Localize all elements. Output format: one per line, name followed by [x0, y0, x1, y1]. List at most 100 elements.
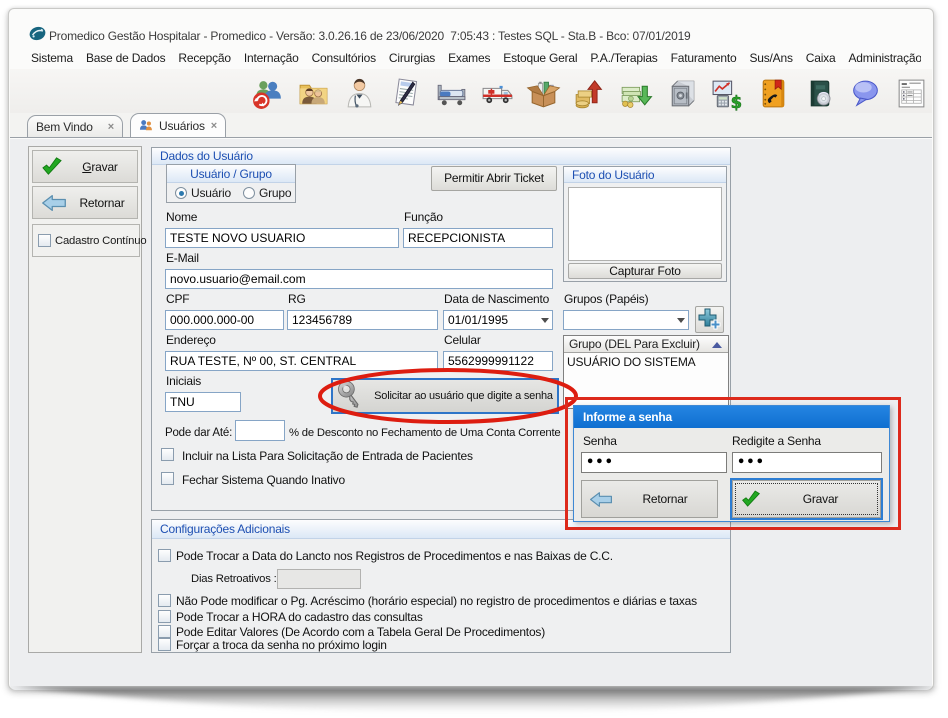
- svg-text:$: $: [731, 93, 742, 111]
- app-logo-icon: [29, 25, 46, 42]
- rg-input[interactable]: [287, 310, 438, 330]
- green-check-icon: [41, 157, 63, 176]
- menu-caixa[interactable]: Caixa: [806, 49, 836, 69]
- dias-retroativos-input[interactable]: [277, 569, 361, 589]
- solicitar-senha-label: Solicitar ao usuário que digite a senha: [368, 390, 557, 402]
- senha-label: Senha: [583, 434, 617, 448]
- iniciais-input[interactable]: [165, 392, 241, 412]
- endereco-input[interactable]: [165, 351, 438, 371]
- cpf-input[interactable]: [165, 310, 284, 330]
- grupos-dropdown-icon[interactable]: [677, 318, 685, 323]
- celular-label: Celular: [444, 333, 481, 347]
- patients-folder-icon[interactable]: [296, 76, 331, 111]
- grupo-row-usuario-do-sistema[interactable]: USUÁRIO DO SISTEMA: [564, 354, 728, 370]
- menu-estoque-geral[interactable]: Estoque Geral: [503, 49, 577, 69]
- menu-sistema[interactable]: Sistema: [31, 49, 73, 69]
- hospital-bed-icon[interactable]: [434, 76, 469, 111]
- sync-users-icon[interactable]: [250, 76, 285, 111]
- capturar-foto-button[interactable]: Capturar Foto: [568, 263, 722, 279]
- grupos-combo[interactable]: [563, 310, 689, 330]
- funcao-input[interactable]: [403, 228, 553, 248]
- solicitar-senha-button[interactable]: Solicitar ao usuário que digite a senha: [331, 378, 559, 414]
- grupos-papeis-label: Grupos (Papéis): [564, 292, 648, 306]
- window-drop-shadow: [0, 686, 948, 718]
- tab-bem-vindo[interactable]: Bem Vindo ×: [27, 115, 123, 137]
- dias-retroativos-label: Dias Retroativos :: [191, 573, 277, 585]
- chat-bubble-icon[interactable]: [848, 76, 883, 111]
- radio-grupo[interactable]: [243, 187, 255, 199]
- gravar-button[interactable]: Gravar: [32, 150, 138, 183]
- endereco-label: Endereço: [166, 333, 216, 347]
- dialog-gravar-label: Gravar: [761, 492, 880, 506]
- menu-bar: Sistema Base de Dados Recepção Internaçã…: [9, 49, 921, 69]
- celular-input[interactable]: [443, 351, 553, 371]
- document-pen-icon[interactable]: [388, 76, 423, 111]
- permitir-ticket-button[interactable]: Permitir Abrir Ticket: [431, 166, 557, 191]
- nascimento-dropdown-icon[interactable]: [541, 318, 549, 323]
- nome-input[interactable]: [165, 228, 399, 248]
- doctor-icon[interactable]: [342, 76, 377, 111]
- tab-usuarios-close-icon[interactable]: ×: [211, 121, 217, 131]
- nascimento-input[interactable]: [443, 310, 553, 330]
- nome-label: Nome: [166, 210, 197, 224]
- phonebook-icon[interactable]: [756, 76, 791, 111]
- fechar-sistema-checkbox[interactable]: [161, 472, 174, 485]
- grupos-list-header[interactable]: Grupo (DEL Para Excluir): [564, 336, 728, 353]
- cadastro-continuo-panel: Cadastro Contínuo: [32, 224, 140, 257]
- trocar-hora-checkbox[interactable]: [158, 610, 171, 623]
- manual-book-icon[interactable]: [802, 76, 837, 111]
- menu-internacao[interactable]: Internação: [244, 49, 299, 69]
- tab-bem-vindo-close-icon[interactable]: ×: [108, 122, 114, 132]
- foto-usuario-group: Foto do Usuário Capturar Foto: [563, 166, 727, 282]
- add-grupo-button[interactable]: [695, 306, 724, 333]
- radio-usuario[interactable]: [175, 187, 187, 199]
- trocar-hora-label: Pode Trocar a HORA do cadastro das consu…: [176, 610, 423, 624]
- safe-icon[interactable]: [664, 76, 699, 111]
- desconto-input[interactable]: [235, 420, 285, 441]
- incluir-lista-label: Incluir na Lista Para Solicitação de Ent…: [182, 449, 473, 463]
- retornar-button[interactable]: Retornar: [32, 186, 138, 219]
- menu-faturamento[interactable]: Faturamento: [671, 49, 737, 69]
- stock-up-icon[interactable]: [572, 76, 607, 111]
- pg-acrescimo-checkbox[interactable]: [158, 594, 171, 607]
- senha-input[interactable]: [581, 452, 727, 473]
- menu-recepcao[interactable]: Recepção: [178, 49, 230, 69]
- menu-administracao[interactable]: Administração: [848, 49, 921, 69]
- supplies-box-icon[interactable]: [526, 76, 561, 111]
- users-icon: [139, 119, 153, 132]
- redigite-input[interactable]: [732, 452, 882, 473]
- gravar-button-label: Gravar: [63, 160, 137, 174]
- app-window: Promedico Gestão Hospitalar - Promedico …: [8, 8, 934, 690]
- menu-exames[interactable]: Exames: [448, 49, 490, 69]
- blue-back-arrow-icon: [41, 194, 67, 212]
- tab-bem-vindo-label: Bem Vindo: [36, 120, 93, 134]
- cadastro-continuo-label: Cadastro Contínuo: [55, 235, 146, 247]
- editar-valores-checkbox[interactable]: [158, 625, 171, 638]
- cadastro-continuo-checkbox[interactable]: [38, 234, 51, 247]
- informe-senha-dialog: Informe a senha Senha Redigite a Senha R…: [573, 405, 890, 522]
- toolbar: $: [10, 69, 932, 113]
- menu-cirurgias[interactable]: Cirurgias: [389, 49, 435, 69]
- forcar-senha-checkbox[interactable]: [158, 638, 171, 651]
- billing-calculator-icon[interactable]: $: [710, 76, 745, 111]
- data-lancto-checkbox[interactable]: [158, 549, 171, 562]
- menu-pa-terapias[interactable]: P.A./Terapias: [590, 49, 657, 69]
- dados-usuario-header: Dados do Usuário: [152, 148, 730, 165]
- menu-consultorios[interactable]: Consultórios: [312, 49, 376, 69]
- ambulance-icon[interactable]: [480, 76, 515, 111]
- email-input[interactable]: [165, 269, 553, 289]
- fechar-sistema-label: Fechar Sistema Quando Inativo: [182, 473, 345, 487]
- report-form-icon[interactable]: [894, 76, 929, 111]
- tab-usuarios[interactable]: Usuários ×: [130, 113, 226, 137]
- dialog-retornar-button[interactable]: Retornar: [581, 480, 718, 518]
- tipo-usuario-box: Usuário / Grupo Usuário Grupo: [166, 164, 296, 203]
- rg-label: RG: [288, 292, 306, 306]
- desconto-suffix-label: % de Desconto no Fechamento de Uma Conta…: [289, 427, 561, 439]
- incluir-lista-checkbox[interactable]: [161, 448, 174, 461]
- dialog-gravar-button[interactable]: Gravar: [732, 480, 881, 518]
- money-down-icon[interactable]: [618, 76, 653, 111]
- menu-sus-ans[interactable]: Sus/Ans: [749, 49, 792, 69]
- cpf-label: CPF: [166, 292, 189, 306]
- funcao-label: Função: [404, 210, 443, 224]
- menu-base-de-dados[interactable]: Base de Dados: [86, 49, 165, 69]
